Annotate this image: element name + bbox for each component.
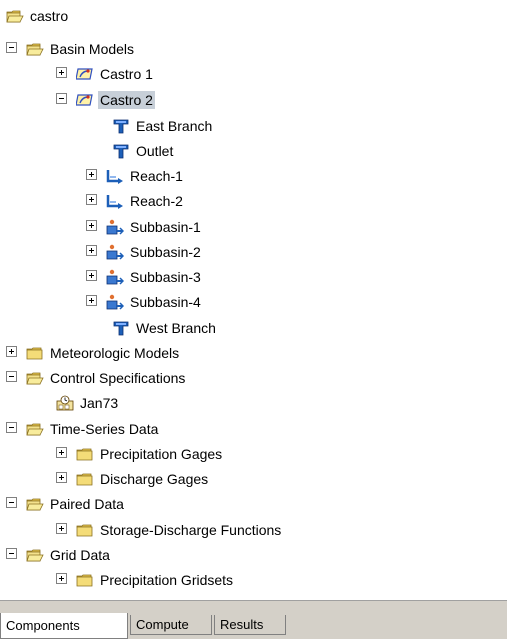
subbasin-icon	[106, 219, 124, 235]
folder-open-icon	[26, 496, 44, 512]
collapse-toggle[interactable]	[6, 422, 17, 433]
tree-label: castro	[30, 8, 69, 24]
tree-label: Outlet	[136, 143, 174, 159]
junction-icon	[112, 320, 130, 336]
tree-label: Castro 1	[100, 66, 153, 82]
tab-compute[interactable]: Compute	[130, 615, 212, 635]
folder-open-icon	[26, 547, 44, 563]
expand-toggle[interactable]	[86, 295, 97, 306]
folder-icon	[26, 345, 44, 361]
tree-node-castro[interactable]: castro	[6, 4, 70, 28]
tree-node-jan73[interactable]: Jan73	[56, 391, 120, 415]
tree-label: Control Specifications	[50, 370, 186, 386]
expand-toggle[interactable]	[86, 270, 97, 281]
folder-icon	[76, 446, 94, 462]
tree-label: West Branch	[136, 320, 216, 336]
tree-label: Reach-2	[130, 193, 183, 209]
reach-icon	[106, 193, 124, 209]
tree-node-subbasin-3[interactable]: Subbasin-3	[106, 265, 203, 289]
tree-label: Precipitation Gages	[100, 446, 223, 462]
tree-label: Basin Models	[50, 41, 135, 57]
expand-toggle[interactable]	[56, 447, 67, 458]
expand-toggle[interactable]	[86, 220, 97, 231]
folder-icon	[76, 572, 94, 588]
collapse-toggle[interactable]	[56, 93, 67, 104]
tab-bar: Components Compute Results	[0, 600, 507, 639]
folder-open-icon	[26, 421, 44, 437]
collapse-toggle[interactable]	[6, 42, 17, 53]
tree-label: Castro 2	[98, 91, 155, 109]
tree-node-reach-1[interactable]: Reach-1	[106, 164, 185, 188]
tree-node-subbasin-1[interactable]: Subbasin-1	[106, 215, 203, 239]
tree-node-east-branch[interactable]: East Branch	[112, 114, 214, 138]
folder-icon	[76, 522, 94, 538]
tree-label: Time-Series Data	[50, 421, 159, 437]
tree-node-outlet[interactable]: Outlet	[112, 139, 175, 163]
tree-label: Reach-1	[130, 168, 183, 184]
tab-components[interactable]: Components	[0, 613, 128, 639]
expand-toggle[interactable]	[56, 523, 67, 534]
tree-node-west-branch[interactable]: West Branch	[112, 316, 218, 340]
folder-open-icon	[26, 41, 44, 57]
tree-label: Jan73	[80, 395, 119, 411]
tree-node-storage-discharge-functions[interactable]: Storage-Discharge Functions	[76, 518, 283, 542]
expand-toggle[interactable]	[86, 194, 97, 205]
tree-label: Discharge Gages	[100, 471, 209, 487]
tree-node-meteorologic-models[interactable]: Meteorologic Models	[26, 341, 181, 365]
collapse-toggle[interactable]	[6, 548, 17, 559]
collapse-toggle[interactable]	[6, 371, 17, 382]
tree-label: Subbasin-2	[130, 244, 201, 260]
tree-label: Grid Data	[50, 547, 110, 563]
expand-toggle[interactable]	[6, 346, 17, 357]
tree-label: Subbasin-3	[130, 269, 201, 285]
junction-icon	[112, 118, 130, 134]
tree-label: Paired Data	[50, 496, 124, 512]
subbasin-icon	[106, 269, 124, 285]
subbasin-icon	[106, 294, 124, 310]
component-tree[interactable]: castro Basin Models Castro 1 Castro 2 Ea…	[0, 0, 507, 600]
folder-icon	[76, 471, 94, 487]
basin-model-icon	[76, 92, 94, 108]
tree-node-discharge-gages[interactable]: Discharge Gages	[76, 467, 210, 491]
tree-label: Subbasin-1	[130, 219, 201, 235]
tree-label: Storage-Discharge Functions	[100, 522, 282, 538]
tree-label: Meteorologic Models	[50, 345, 180, 361]
expand-toggle[interactable]	[56, 472, 67, 483]
reach-icon	[106, 168, 124, 184]
junction-icon	[112, 143, 130, 159]
tree-node-paired-data[interactable]: Paired Data	[26, 492, 126, 516]
calendar-clock-icon	[56, 395, 74, 411]
tree-node-precipitation-gages[interactable]: Precipitation Gages	[76, 442, 224, 466]
tree-node-control-specifications[interactable]: Control Specifications	[26, 366, 187, 390]
expand-toggle[interactable]	[56, 573, 67, 584]
tree-node-precipitation-gridsets[interactable]: Precipitation Gridsets	[76, 568, 235, 592]
tree-node-castro-1[interactable]: Castro 1	[76, 62, 155, 86]
folder-open-icon	[6, 8, 24, 24]
tree-node-time-series-data[interactable]: Time-Series Data	[26, 417, 160, 441]
tree-label: Precipitation Gridsets	[100, 572, 234, 588]
expand-toggle[interactable]	[86, 169, 97, 180]
tree-node-grid-data[interactable]: Grid Data	[26, 543, 112, 567]
folder-open-icon	[26, 370, 44, 386]
subbasin-icon	[106, 244, 124, 260]
expand-toggle[interactable]	[56, 67, 67, 78]
tree-node-castro-2[interactable]: Castro 2	[76, 88, 155, 112]
tree-label: Subbasin-4	[130, 294, 201, 310]
collapse-toggle[interactable]	[6, 497, 17, 508]
tree-node-subbasin-2[interactable]: Subbasin-2	[106, 240, 203, 264]
basin-model-icon	[76, 66, 94, 82]
tree-node-basin-models[interactable]: Basin Models	[26, 37, 136, 61]
tree-label: East Branch	[136, 118, 213, 134]
tree-node-reach-2[interactable]: Reach-2	[106, 189, 185, 213]
expand-toggle[interactable]	[86, 245, 97, 256]
tab-results[interactable]: Results	[214, 615, 286, 635]
tree-node-subbasin-4[interactable]: Subbasin-4	[106, 290, 203, 314]
